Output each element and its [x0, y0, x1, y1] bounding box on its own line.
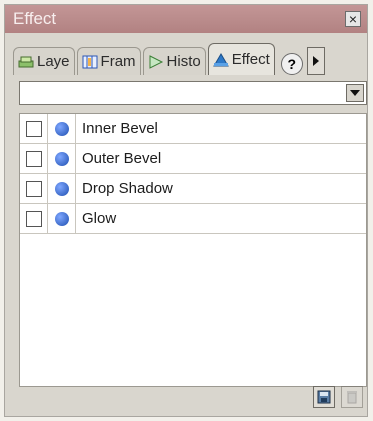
effect-panel: Effect × Laye Fram Histo Effect ? Inner … [4, 4, 368, 417]
layers-icon [18, 56, 34, 67]
tab-history-label: Histo [166, 53, 201, 70]
tab-effect-label: Effect [231, 51, 270, 68]
info-icon[interactable] [48, 203, 76, 234]
save-icon[interactable] [313, 386, 335, 408]
effect-name: Drop Shadow [82, 180, 173, 197]
info-icon[interactable] [48, 113, 76, 144]
close-icon[interactable]: × [345, 11, 361, 27]
chevron-down-icon[interactable] [346, 84, 364, 102]
tab-layers-label: Laye [37, 53, 70, 70]
panel-title: Effect [13, 9, 57, 28]
panel-footer [13, 384, 363, 410]
effect-name: Outer Bevel [82, 150, 162, 167]
tab-effect[interactable]: Effect [207, 43, 275, 75]
delete-icon[interactable] [341, 386, 363, 408]
effect-dropdown[interactable] [19, 81, 367, 105]
title-bar[interactable]: Effect × [5, 5, 367, 33]
effects-list: Inner Bevel Outer Bevel Drop Shadow Glow [19, 113, 367, 387]
effect-checkbox[interactable] [20, 113, 48, 144]
tab-frames[interactable]: Fram [76, 47, 141, 75]
effect-icon [212, 52, 229, 66]
effect-checkbox[interactable] [20, 173, 48, 204]
effect-name: Glow [82, 210, 117, 227]
effect-name: Inner Bevel [82, 120, 158, 137]
help-icon[interactable]: ? [280, 53, 303, 75]
list-item[interactable]: Inner Bevel [20, 113, 366, 144]
frames-icon [82, 55, 98, 68]
list-item[interactable]: Outer Bevel [20, 143, 366, 174]
tab-layers[interactable]: Laye [13, 47, 75, 75]
tab-strip: Laye Fram Histo Effect ? [13, 41, 325, 75]
tab-frames-label: Fram [100, 53, 136, 70]
list-item[interactable]: Glow [20, 203, 366, 234]
effect-checkbox[interactable] [20, 203, 48, 234]
info-icon[interactable] [48, 173, 76, 204]
history-icon [149, 54, 163, 69]
tab-scroll-right-icon[interactable] [306, 47, 325, 75]
effect-checkbox[interactable] [20, 143, 48, 174]
info-icon[interactable] [48, 143, 76, 174]
tab-history[interactable]: Histo [142, 47, 206, 75]
list-item[interactable]: Drop Shadow [20, 173, 366, 204]
